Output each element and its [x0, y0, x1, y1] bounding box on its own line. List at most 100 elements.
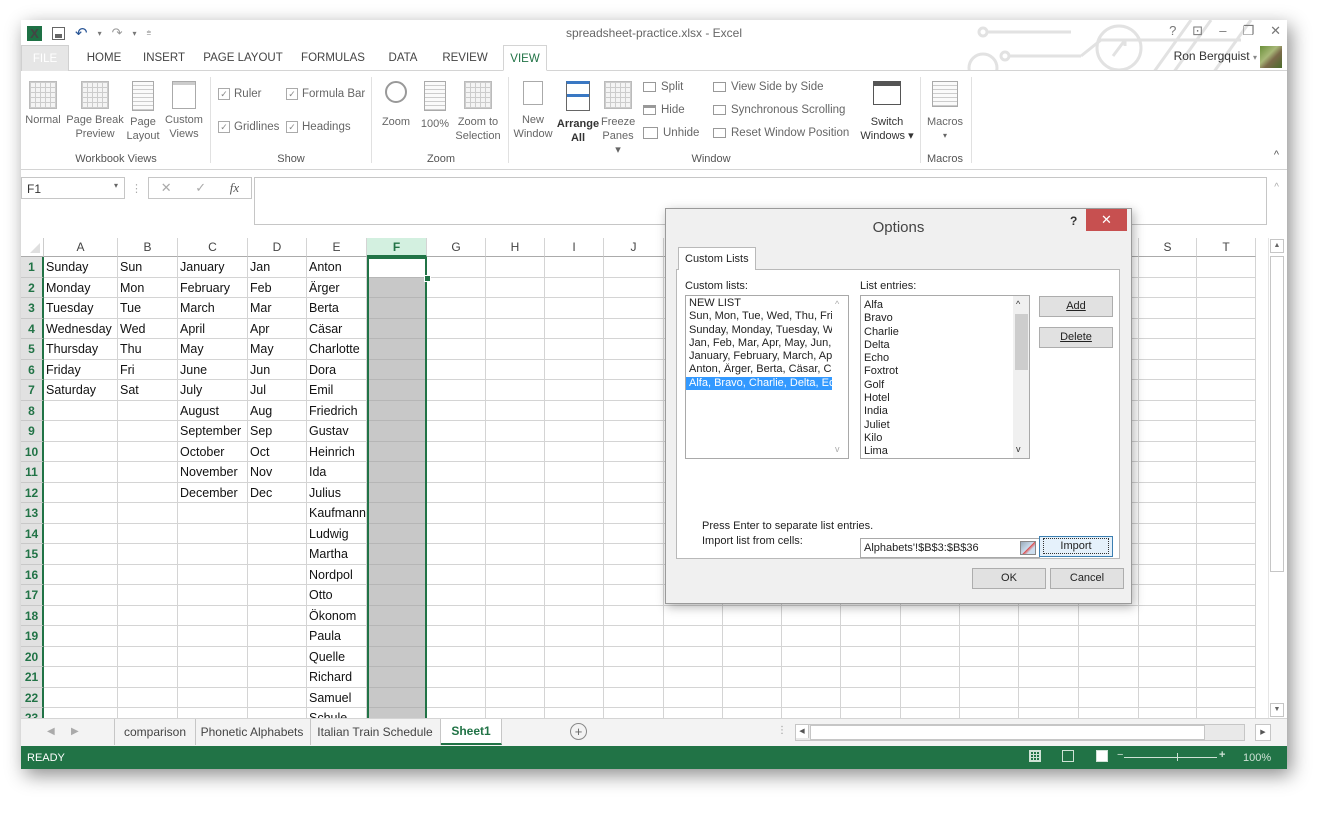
cell-t18[interactable] — [1197, 605, 1256, 626]
cell-t7[interactable] — [1197, 380, 1256, 401]
zoom-in-icon[interactable]: + — [1219, 749, 1225, 761]
cell-b2[interactable]: Mon — [118, 277, 178, 298]
cell-n21[interactable] — [841, 667, 901, 688]
cell-j13[interactable] — [604, 503, 664, 524]
cell-c19[interactable] — [178, 626, 248, 647]
custom-lists-listbox[interactable]: NEW LISTSun, Mon, Tue, Wed, Thu, Fri, Sa… — [685, 295, 849, 459]
cell-h15[interactable] — [486, 544, 545, 565]
cell-f13[interactable] — [367, 503, 427, 524]
cell-t12[interactable] — [1197, 482, 1256, 503]
scroll-down-icon[interactable]: ▼ — [1270, 703, 1284, 717]
cell-i11[interactable] — [545, 462, 604, 483]
cell-s2[interactable] — [1139, 277, 1197, 298]
cell-b3[interactable]: Tue — [118, 298, 178, 319]
cell-c3[interactable]: March — [178, 298, 248, 319]
row-header[interactable]: 9 — [21, 421, 44, 442]
cell-s21[interactable] — [1139, 667, 1197, 688]
scroll-down-icon[interactable]: v — [835, 443, 840, 456]
cell-c10[interactable]: October — [178, 441, 248, 462]
custom-list-item[interactable]: Sunday, Monday, Tuesday, Wednesday — [686, 324, 832, 337]
column-header-g[interactable]: G — [427, 238, 486, 257]
cell-m20[interactable] — [782, 646, 841, 667]
cell-s20[interactable] — [1139, 646, 1197, 667]
import-range-input[interactable]: Alphabets'!$B$3:$B$36 — [860, 538, 1040, 558]
macros-button[interactable]: Macros ▾ — [925, 81, 965, 143]
sheet-tab-comparison[interactable]: comparison — [114, 719, 196, 745]
cell-s22[interactable] — [1139, 687, 1197, 708]
cell-e10[interactable]: Heinrich — [307, 441, 367, 462]
vertical-scroll-thumb[interactable] — [1270, 256, 1284, 572]
cell-b12[interactable] — [118, 482, 178, 503]
page-layout-status-icon[interactable] — [1062, 750, 1074, 762]
cell-q21[interactable] — [1019, 667, 1079, 688]
cell-a1[interactable]: Sunday — [44, 257, 118, 278]
cell-t3[interactable] — [1197, 298, 1256, 319]
cell-f3[interactable] — [367, 298, 427, 319]
cancel-entry-icon[interactable]: ✕ — [161, 180, 172, 196]
cell-b15[interactable] — [118, 544, 178, 565]
row-header[interactable]: 14 — [21, 523, 44, 544]
cell-h11[interactable] — [486, 462, 545, 483]
zoom-out-icon[interactable]: − — [1117, 749, 1123, 761]
column-header-f[interactable]: F — [367, 238, 427, 257]
row-header[interactable]: 12 — [21, 482, 44, 503]
cell-e20[interactable]: Quelle — [307, 646, 367, 667]
cell-g17[interactable] — [427, 585, 486, 606]
cell-t9[interactable] — [1197, 421, 1256, 442]
cell-g15[interactable] — [427, 544, 486, 565]
row-header[interactable]: 22 — [21, 687, 44, 708]
custom-list-item[interactable]: Alfa, Bravo, Charlie, Delta, Echo — [686, 376, 832, 391]
cell-b7[interactable]: Sat — [118, 380, 178, 401]
row-header[interactable]: 19 — [21, 626, 44, 647]
name-box-dropdown-icon[interactable]: ▾ — [114, 181, 118, 190]
cell-t6[interactable] — [1197, 359, 1256, 380]
cell-t17[interactable] — [1197, 585, 1256, 606]
cell-m21[interactable] — [782, 667, 841, 688]
import-button[interactable]: Import — [1039, 536, 1113, 557]
cell-h4[interactable] — [486, 318, 545, 339]
cell-i16[interactable] — [545, 564, 604, 585]
sheet-tab-sheet1[interactable]: Sheet1 — [441, 719, 502, 745]
restore-icon[interactable]: ❐ — [1242, 23, 1254, 39]
cell-a20[interactable] — [44, 646, 118, 667]
scroll-down-icon[interactable]: v — [1016, 443, 1021, 456]
cell-h13[interactable] — [486, 503, 545, 524]
cell-b5[interactable]: Thu — [118, 339, 178, 360]
column-header-c[interactable]: C — [178, 238, 248, 257]
cell-g21[interactable] — [427, 667, 486, 688]
cell-t4[interactable] — [1197, 318, 1256, 339]
collapse-ribbon-icon[interactable]: ^ — [1274, 149, 1279, 161]
cell-d3[interactable]: Mar — [248, 298, 307, 319]
cell-c17[interactable] — [178, 585, 248, 606]
cell-h7[interactable] — [486, 380, 545, 401]
custom-list-item[interactable]: NEW LIST — [686, 297, 832, 310]
zoom-100-button[interactable]: 100% — [419, 81, 451, 131]
zoom-to-selection-button[interactable]: Zoom to Selection — [453, 81, 503, 143]
cell-f14[interactable] — [367, 523, 427, 544]
cell-p18[interactable] — [960, 605, 1019, 626]
macros-dropdown-icon[interactable]: ▾ — [925, 129, 965, 143]
list-entries-scrollbar[interactable]: ^ v — [1013, 296, 1029, 458]
cell-q22[interactable] — [1019, 687, 1079, 708]
row-header[interactable]: 11 — [21, 462, 44, 483]
column-header-i[interactable]: I — [545, 238, 604, 257]
cell-n19[interactable] — [841, 626, 901, 647]
cell-c14[interactable] — [178, 523, 248, 544]
row-header[interactable]: 3 — [21, 298, 44, 319]
cell-p22[interactable] — [960, 687, 1019, 708]
cell-i10[interactable] — [545, 441, 604, 462]
cell-e3[interactable]: Berta — [307, 298, 367, 319]
cell-p20[interactable] — [960, 646, 1019, 667]
cell-a17[interactable] — [44, 585, 118, 606]
synchronous-scrolling-button[interactable]: Synchronous Scrolling — [713, 104, 845, 116]
row-header[interactable]: 17 — [21, 585, 44, 606]
cell-r22[interactable] — [1079, 687, 1139, 708]
tab-file[interactable]: FILE — [21, 45, 69, 71]
cell-t8[interactable] — [1197, 400, 1256, 421]
cell-r20[interactable] — [1079, 646, 1139, 667]
cell-b22[interactable] — [118, 687, 178, 708]
cell-j1[interactable] — [604, 257, 664, 278]
cell-h19[interactable] — [486, 626, 545, 647]
cell-g12[interactable] — [427, 482, 486, 503]
cell-c6[interactable]: June — [178, 359, 248, 380]
